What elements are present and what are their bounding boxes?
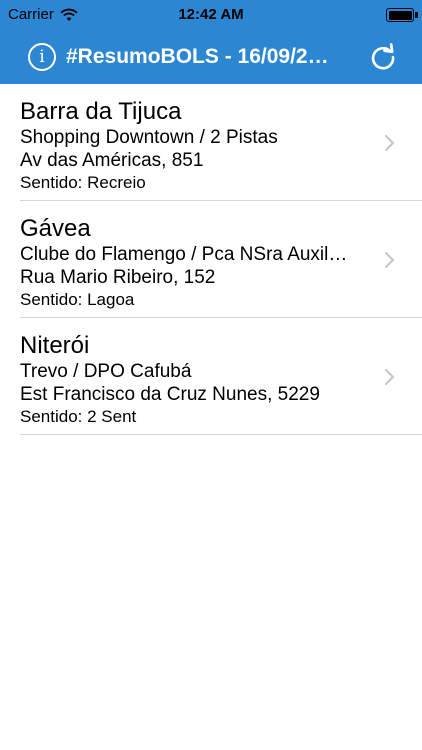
list-item-direction: Sentido: Recreio: [20, 173, 146, 192]
list-item-address: Av das Américas, 851: [20, 150, 204, 171]
list-item-direction: Sentido: Lagoa: [20, 290, 135, 309]
status-time: 12:42 AM: [178, 6, 244, 23]
page-title: #ResumoBOLS - 16/09/2…: [66, 45, 329, 68]
status-bar: Carrier 12:42 AM: [0, 0, 422, 31]
battery-icon: [386, 8, 414, 22]
chevron-right-icon: [384, 134, 396, 152]
list-separator: [20, 434, 422, 435]
info-icon[interactable]: i: [28, 43, 56, 71]
list-item-address: Rua Mario Ribeiro, 152: [20, 267, 216, 288]
list-item-location: Trevo / DPO Cafubá: [20, 361, 192, 382]
list-item[interactable]: Gávea Clube do Flamengo / Pca NSra Auxil…: [0, 201, 422, 318]
list-item-location: Clube do Flamengo / Pca NSra Auxil…: [20, 244, 348, 265]
battery-level: [388, 10, 412, 20]
list-item-location: Shopping Downtown / 2 Pistas: [20, 127, 278, 148]
list-item-title: Barra da Tijuca: [20, 98, 182, 125]
list-item[interactable]: Barra da Tijuca Shopping Downtown / 2 Pi…: [0, 84, 422, 201]
list-item-direction: Sentido: 2 Sent: [20, 407, 137, 426]
location-list: Barra da Tijuca Shopping Downtown / 2 Pi…: [0, 84, 422, 435]
refresh-icon[interactable]: [368, 42, 398, 72]
info-glyph: i: [39, 47, 45, 67]
list-item-texts: Barra da Tijuca Shopping Downtown / 2 Pi…: [20, 97, 392, 194]
list-item[interactable]: Niterói Trevo / DPO Cafubá Est Francisco…: [0, 318, 422, 435]
chevron-right-icon: [384, 251, 396, 269]
list-item-address: Est Francisco da Cruz Nunes, 5229: [20, 384, 320, 405]
battery-tip: [415, 12, 418, 18]
navigation-bar: i #ResumoBOLS - 16/09/2…: [0, 31, 422, 84]
list-item-texts: Niterói Trevo / DPO Cafubá Est Francisco…: [20, 331, 392, 428]
list-item-title: Gávea: [20, 215, 91, 242]
chevron-right-icon: [384, 368, 396, 386]
list-item-title: Niterói: [20, 332, 90, 359]
list-item-texts: Gávea Clube do Flamengo / Pca NSra Auxil…: [20, 214, 392, 311]
